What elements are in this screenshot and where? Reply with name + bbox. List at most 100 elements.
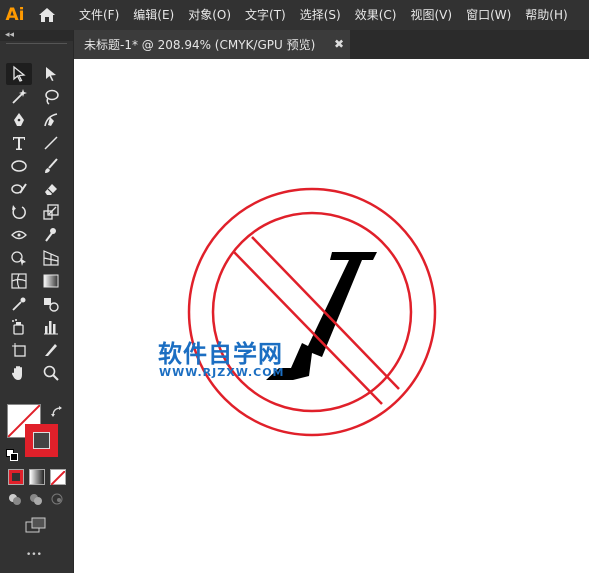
selection-tool[interactable] bbox=[6, 63, 32, 85]
menu-help[interactable]: 帮助(H) bbox=[518, 0, 574, 30]
gradient-icon bbox=[43, 274, 59, 288]
slice-tool[interactable] bbox=[38, 339, 64, 361]
panel-grip[interactable] bbox=[6, 43, 67, 52]
inner-red-circle[interactable] bbox=[211, 211, 413, 413]
artboard-canvas[interactable]: 软件自学网 WWW.RJZXW.COM bbox=[74, 59, 589, 573]
zoom-tool[interactable] bbox=[38, 362, 64, 384]
stroke-swatch[interactable] bbox=[25, 424, 58, 457]
artboard-icon bbox=[12, 343, 26, 357]
drawing-modes bbox=[6, 490, 66, 508]
artboard-tool[interactable] bbox=[6, 339, 32, 361]
stroke-swatch-inner bbox=[33, 432, 50, 449]
menu-object[interactable]: 对象(O) bbox=[181, 0, 238, 30]
document-tab-title: 未标题-1* @ 208.94% (CMYK/GPU 预览) bbox=[84, 38, 316, 52]
scale-tool[interactable] bbox=[38, 201, 64, 223]
home-button[interactable] bbox=[30, 0, 64, 30]
slice-icon bbox=[45, 344, 57, 356]
rotate-icon bbox=[12, 205, 26, 220]
column-graph-icon bbox=[44, 321, 58, 335]
eraser-tool[interactable] bbox=[38, 178, 64, 200]
pen-tool[interactable] bbox=[6, 109, 32, 131]
curvature-icon bbox=[44, 113, 58, 127]
document-tab[interactable]: 未标题-1* @ 208.94% (CMYK/GPU 预览) ✖ bbox=[74, 30, 350, 59]
magic-wand-tool[interactable] bbox=[6, 86, 32, 108]
line-segment-icon bbox=[44, 136, 58, 150]
ellipse-tool[interactable] bbox=[6, 155, 32, 177]
hand-icon bbox=[12, 366, 22, 380]
eraser-icon bbox=[45, 184, 57, 195]
pen-icon bbox=[14, 113, 24, 126]
mesh-icon bbox=[11, 273, 27, 289]
draw-normal-icon[interactable] bbox=[6, 490, 24, 508]
line-segment-tool[interactable] bbox=[38, 132, 64, 154]
menu-edit[interactable]: 编辑(E) bbox=[126, 0, 181, 30]
lasso-icon bbox=[45, 89, 59, 105]
ellipse-icon bbox=[11, 160, 27, 172]
app-logo: Ai bbox=[5, 5, 25, 25]
puppet-warp-tool[interactable] bbox=[38, 224, 64, 246]
paintbrush-tool[interactable] bbox=[38, 155, 64, 177]
width-tool[interactable] bbox=[6, 224, 32, 246]
menu-bar: Ai 文件(F) 编辑(E) 对象(O) 文字(T) 选择(S) 效果(C) 视… bbox=[0, 0, 589, 30]
panel-collapse-button[interactable]: ◂◂ bbox=[0, 30, 73, 41]
home-icon bbox=[39, 8, 55, 22]
curvature-tool[interactable] bbox=[38, 109, 64, 131]
outer-red-circle[interactable] bbox=[187, 187, 437, 437]
shape-builder-icon bbox=[11, 251, 26, 266]
direct-selection-icon bbox=[46, 67, 56, 81]
default-colors-button[interactable] bbox=[6, 446, 18, 461]
mesh-tool[interactable] bbox=[6, 270, 32, 292]
symbol-sprayer-icon bbox=[12, 319, 24, 335]
perspective-grid-icon bbox=[43, 250, 59, 266]
menu-file[interactable]: 文件(F) bbox=[72, 0, 126, 30]
eyedropper-tool[interactable] bbox=[6, 293, 32, 315]
blend-icon bbox=[44, 298, 59, 312]
symbol-sprayer-tool[interactable] bbox=[6, 316, 32, 338]
hand-tool[interactable] bbox=[6, 362, 32, 384]
shape-builder-tool[interactable] bbox=[6, 247, 32, 269]
shaper-tool[interactable] bbox=[6, 178, 32, 200]
watermark-url: WWW.RJZXW.COM bbox=[159, 366, 285, 379]
swap-fill-stroke-button[interactable] bbox=[50, 404, 64, 418]
artwork bbox=[187, 187, 437, 437]
screen-mode-icon bbox=[25, 517, 46, 533]
puppet-warp-icon bbox=[45, 228, 56, 242]
screen-mode-button[interactable] bbox=[25, 517, 47, 533]
draw-inside-icon[interactable] bbox=[48, 490, 66, 508]
menu-type[interactable]: 文字(T) bbox=[238, 0, 293, 30]
none-mode-button[interactable] bbox=[50, 469, 66, 486]
selection-icon bbox=[13, 65, 26, 82]
document-tab-bar: 未标题-1* @ 208.94% (CMYK/GPU 预览) ✖ bbox=[74, 30, 589, 59]
magic-wand-icon bbox=[12, 89, 27, 104]
red-diagonal-line-1[interactable] bbox=[232, 250, 383, 405]
type-tool[interactable] bbox=[6, 132, 32, 154]
scale-icon bbox=[43, 204, 59, 220]
blend-tool[interactable] bbox=[38, 293, 64, 315]
rotate-tool[interactable] bbox=[6, 201, 32, 223]
menu-select[interactable]: 选择(S) bbox=[293, 0, 348, 30]
watermark-title: 软件自学网 bbox=[158, 340, 283, 368]
type-icon bbox=[13, 137, 25, 150]
tools-panel: ◂◂ ••• bbox=[0, 30, 74, 573]
default-colors-icon bbox=[6, 449, 18, 461]
perspective-grid-tool[interactable] bbox=[38, 247, 64, 269]
edit-toolbar-button[interactable]: ••• bbox=[26, 550, 42, 560]
none-icon bbox=[50, 470, 66, 486]
menu-effect[interactable]: 效果(C) bbox=[348, 0, 404, 30]
gradient-mode-button[interactable] bbox=[29, 469, 45, 485]
menu-view[interactable]: 视图(V) bbox=[403, 0, 459, 30]
width-icon bbox=[11, 230, 27, 240]
lasso-tool[interactable] bbox=[38, 86, 64, 108]
eyedropper-icon bbox=[12, 297, 26, 311]
gradient-tool[interactable] bbox=[38, 270, 64, 292]
color-mode-button[interactable] bbox=[8, 469, 24, 485]
direct-selection-tool[interactable] bbox=[38, 63, 64, 85]
menu-window[interactable]: 窗口(W) bbox=[459, 0, 518, 30]
close-tab-button[interactable]: ✖ bbox=[334, 37, 344, 51]
column-graph-tool[interactable] bbox=[38, 316, 64, 338]
shaper-icon bbox=[11, 183, 27, 194]
paintbrush-icon bbox=[45, 158, 58, 173]
draw-behind-icon[interactable] bbox=[27, 490, 45, 508]
zoom-icon bbox=[43, 365, 59, 381]
swap-arrow-icon bbox=[51, 406, 62, 417]
